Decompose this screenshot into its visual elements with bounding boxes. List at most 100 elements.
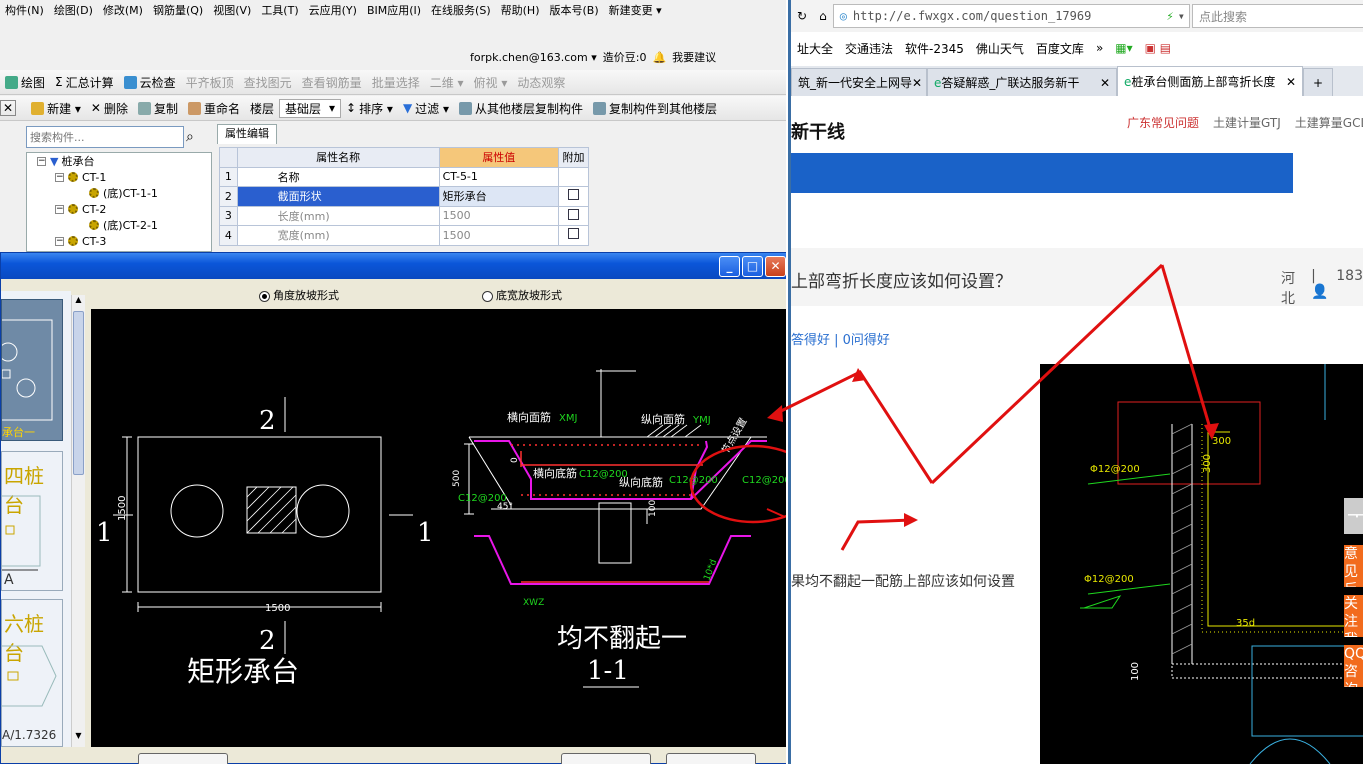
configure-button[interactable]: [138, 753, 228, 764]
nav-link[interactable]: 广东常见问题: [1127, 114, 1199, 131]
draw-button[interactable]: 绘图: [0, 74, 50, 91]
url-field[interactable]: ◎ http://e.fwxgx.com/question_17969 ⚡ ▾: [832, 4, 1191, 28]
copy-button[interactable]: 复制: [133, 100, 183, 117]
menu-component[interactable]: 构件(N): [0, 2, 49, 18]
rename-button[interactable]: 重命名: [183, 100, 245, 117]
tree-node-ct2-1[interactable]: (底)CT-2-1: [37, 217, 211, 233]
tab-1[interactable]: 筑_新一代安全上网导 ✕: [791, 68, 927, 96]
menu-new-change[interactable]: 新建变更 ▾: [604, 2, 667, 18]
component-search-input[interactable]: [26, 126, 184, 148]
tab-3-active[interactable]: e 桩承台侧面筋上部弯折长度 ✕: [1117, 66, 1303, 96]
prop-value[interactable]: 1500: [438, 225, 560, 246]
menu-tools[interactable]: 工具(T): [256, 2, 303, 18]
new-tab-button[interactable]: +: [1303, 68, 1333, 96]
scroll-thumb[interactable]: [73, 311, 84, 475]
minimize-button[interactable]: _: [719, 256, 740, 277]
new-button[interactable]: 新建 ▾: [26, 100, 86, 117]
search-icon[interactable]: ⌕: [186, 126, 194, 148]
maximize-button[interactable]: □: [742, 256, 763, 277]
summary-calc-button[interactable]: Σ 汇总计算: [50, 74, 119, 91]
chevron-right-icon[interactable]: »: [1090, 41, 1109, 55]
feedback-button[interactable]: 意见反馈: [1344, 545, 1363, 587]
close-icon[interactable]: ✕: [912, 76, 922, 90]
copy-from-floor-button[interactable]: 从其他楼层复制构件: [454, 100, 588, 117]
qq-consult-button[interactable]: QQ咨询: [1344, 645, 1363, 687]
cancel-button[interactable]: [666, 753, 756, 764]
close-panel-button[interactable]: ✕: [0, 100, 17, 116]
close-icon[interactable]: ✕: [1286, 75, 1296, 89]
home-icon[interactable]: ⌂: [813, 9, 833, 23]
nav-link[interactable]: 土建算量GCL: [1295, 114, 1363, 131]
bookmark-item[interactable]: 软件-2345: [899, 40, 970, 57]
tree-node-pile-cap[interactable]: − ▼ 桩承台: [37, 153, 211, 169]
extra-checkbox[interactable]: [568, 189, 580, 201]
bell-icon[interactable]: 🔔: [652, 51, 666, 64]
batch-select-button[interactable]: 批量选择: [367, 74, 425, 91]
speed-icon[interactable]: ⚡: [1167, 9, 1178, 23]
cloud-check-button[interactable]: 云检查: [119, 74, 181, 91]
filter-button[interactable]: ▼ 过滤 ▾: [398, 100, 454, 117]
url-dropdown-icon[interactable]: ▾: [1178, 9, 1189, 23]
view-rebar-button[interactable]: 查看钢筋量: [297, 74, 367, 91]
tree-node-ct1[interactable]: − CT-1: [37, 169, 211, 185]
menu-draw[interactable]: 绘图(D): [49, 2, 98, 18]
orbit-button[interactable]: 动态观察: [512, 74, 570, 91]
menu-help[interactable]: 帮助(H): [496, 2, 545, 18]
thumb-four-pile[interactable]: 四桩台 A: [1, 451, 63, 591]
menu-view[interactable]: 视图(V): [208, 2, 256, 18]
radio-bottom-width-slope[interactable]: 底宽放坡形式: [482, 287, 562, 303]
site-logo[interactable]: 新干线: [791, 118, 845, 144]
thumb-six-pile[interactable]: 六桩台 A/1.7326: [1, 599, 63, 747]
suggest-link[interactable]: 我要建议: [672, 49, 716, 65]
nav-link[interactable]: 土建计量GTJ: [1213, 114, 1281, 131]
table-row[interactable]: 1 名称 CT-5-1: [219, 166, 589, 187]
prop-value[interactable]: CT-5-1: [438, 166, 560, 187]
table-row[interactable]: 2 截面形状 矩形承台: [219, 186, 589, 207]
delete-button[interactable]: ✕ 删除: [86, 100, 133, 117]
dialog-titlebar[interactable]: [1, 253, 786, 279]
thumb-cap-1[interactable]: 承台一: [1, 299, 63, 441]
thumb-scrollbar[interactable]: ▲ ▼: [71, 295, 85, 747]
tools-icon[interactable]: ▣ ▤: [1139, 41, 1178, 55]
follow-button[interactable]: 关注我们: [1344, 595, 1363, 637]
tree-node-ct1-1[interactable]: (底)CT-1-1: [37, 185, 211, 201]
tree-node-ct2[interactable]: − CT-2: [37, 201, 211, 217]
account-email[interactable]: forpk.chen@163.com ▾: [470, 51, 597, 64]
bookmark-item[interactable]: 交通违法: [839, 40, 899, 57]
radio-angle-slope[interactable]: 角度放坡形式: [259, 287, 339, 303]
tree-node-ct3[interactable]: − CT-3: [37, 233, 211, 249]
bookmark-item[interactable]: 百度文库: [1030, 40, 1090, 57]
bookmark-item[interactable]: 址大全: [791, 40, 839, 57]
2d-dropdown[interactable]: 二维 ▾: [425, 74, 469, 91]
web-search-input[interactable]: 点此搜索: [1192, 4, 1363, 28]
apps-icon[interactable]: ▦▾: [1109, 41, 1138, 55]
menu-modify[interactable]: 修改(M): [98, 2, 148, 18]
close-button[interactable]: ✕: [765, 256, 786, 277]
floor-select[interactable]: 基础层 ▾: [279, 98, 342, 118]
extra-checkbox[interactable]: [568, 208, 580, 220]
close-icon[interactable]: ✕: [1100, 76, 1110, 90]
ok-button[interactable]: [561, 753, 651, 764]
prop-value[interactable]: 矩形承台: [438, 186, 560, 207]
menu-version[interactable]: 版本号(B): [544, 2, 603, 18]
side-panel-toggle[interactable]: ᅮ: [1344, 498, 1363, 534]
top-view-dropdown[interactable]: 俯视 ▾: [469, 74, 513, 91]
extra-checkbox[interactable]: [568, 228, 580, 240]
menu-rebar[interactable]: 钢筋量(Q): [148, 2, 208, 18]
tab-property-edit[interactable]: 属性编辑: [217, 124, 277, 144]
attached-cad-image[interactable]: 300 300 Φ12@200 Φ12@200 35d 100: [1040, 364, 1363, 764]
find-element-button[interactable]: 查找图元: [239, 74, 297, 91]
level-top-button[interactable]: 平齐板顶: [181, 74, 239, 91]
sort-button[interactable]: ↕ 排序 ▾: [341, 100, 398, 117]
scroll-down-icon[interactable]: ▼: [73, 731, 84, 743]
prop-value[interactable]: 1500: [438, 205, 560, 226]
bookmark-item[interactable]: 佛山天气: [970, 40, 1030, 57]
tab-2[interactable]: e 答疑解惑_广联达服务新干 ✕: [927, 68, 1117, 96]
table-row[interactable]: 3 长度(mm) 1500: [219, 205, 589, 226]
copy-to-floor-button[interactable]: 复制构件到其他楼层: [588, 100, 722, 117]
menu-cloud[interactable]: 云应用(Y): [304, 2, 362, 18]
scroll-up-icon[interactable]: ▲: [73, 295, 84, 307]
menu-online[interactable]: 在线服务(S): [426, 2, 496, 18]
menu-bim[interactable]: BIM应用(I): [362, 2, 426, 18]
answer-stats[interactable]: 答得好 | 0问得好: [791, 329, 890, 348]
